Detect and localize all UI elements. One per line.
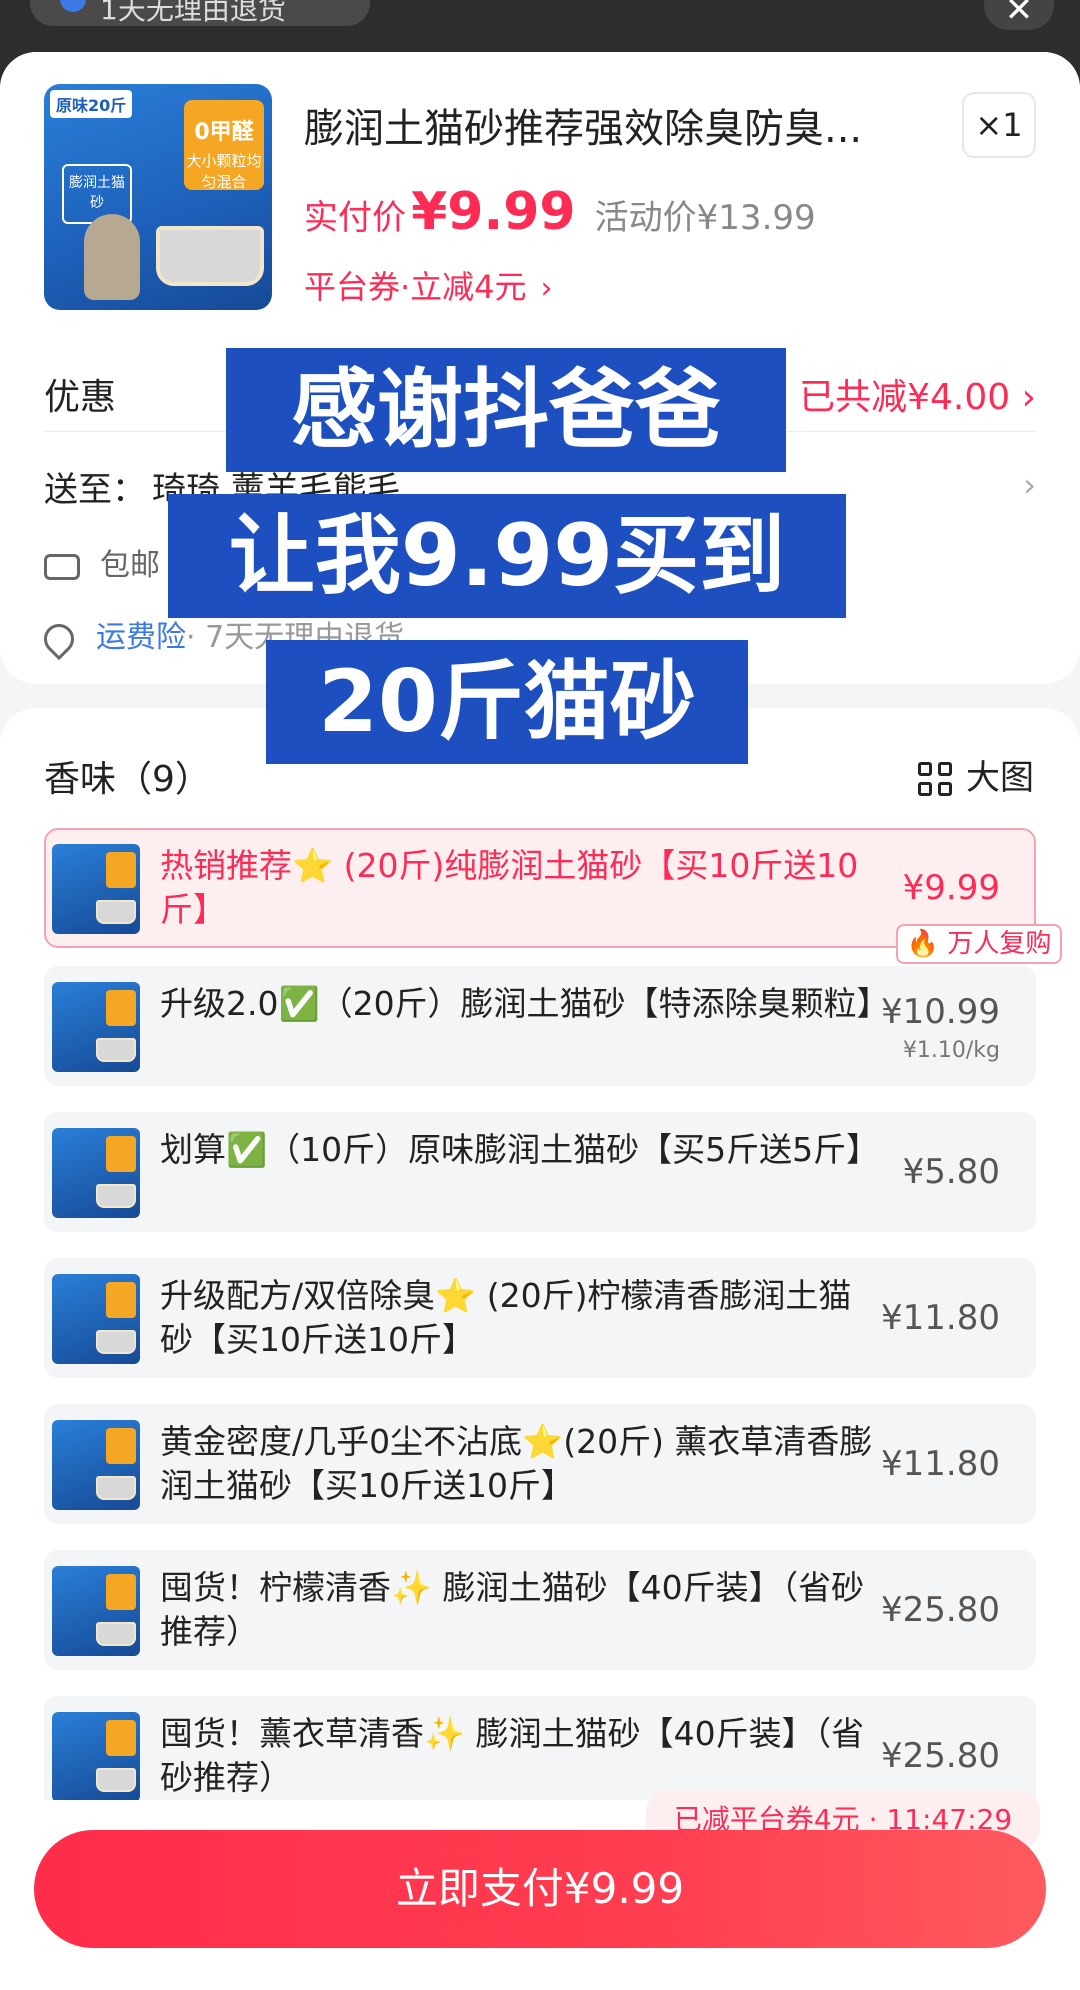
overlay-caption-line1: 感谢抖爸爸 bbox=[226, 348, 786, 472]
big-view-label: 大图 bbox=[966, 758, 1034, 798]
free-shipping-row: 包邮 bbox=[44, 540, 160, 584]
variant-option[interactable]: 囤货！柠檬清香✨ 膨润土猫砂【40斤装】（省砂推荐） ¥25.80 bbox=[44, 1550, 1036, 1670]
discount-label: 优惠 bbox=[44, 377, 117, 418]
variant-thumbnail bbox=[52, 1420, 140, 1510]
variant-option[interactable]: 热销推荐⭐ (20斤)纯膨润土猫砂【买10斤送10斤】 ¥9.99 bbox=[44, 828, 1036, 948]
overlay-caption-line2: 让我9.99买到 bbox=[168, 494, 846, 618]
variant-thumbnail bbox=[52, 1712, 140, 1802]
variant-name: 升级2.0✅（20斤）膨润土猫砂【特添除臭颗粒】 bbox=[160, 984, 890, 1023]
close-icon: ✕ bbox=[1004, 0, 1034, 30]
chevron-right-icon: › bbox=[540, 271, 553, 306]
variant-price: ¥25.80 bbox=[881, 1590, 1000, 1630]
return-policy-pill: 1天无理由退货 bbox=[30, 0, 370, 26]
big-view-toggle[interactable]: 大图 bbox=[918, 750, 1034, 799]
cat-figure bbox=[84, 214, 140, 300]
product-image-tag: 原味20斤 bbox=[50, 90, 133, 118]
product-title: 膨润土猫砂推荐强效除臭防臭... bbox=[304, 106, 863, 152]
discount-value: 已共减¥4.00 › bbox=[799, 377, 1036, 418]
variant-option[interactable]: 升级2.0✅（20斤）膨润土猫砂【特添除臭颗粒】 ¥10.99 ¥1.10/kg bbox=[44, 966, 1036, 1086]
variant-option[interactable]: 黄金密度/几乎0尘不沾底⭐(20斤) 薰衣草清香膨润土猫砂【买10斤送10斤】 … bbox=[44, 1404, 1036, 1524]
variant-price: ¥11.80 bbox=[881, 1298, 1000, 1338]
variant-option[interactable]: 升级配方/双倍除臭⭐ (20斤)柠檬清香膨润土猫砂【买10斤送10斤】 ¥11.… bbox=[44, 1258, 1036, 1378]
product-image-badge: 0甲醛 大小颗粒均匀混合 bbox=[184, 100, 264, 191]
variant-price: ¥11.80 bbox=[881, 1444, 1000, 1484]
variant-price: ¥10.99 bbox=[881, 992, 1000, 1032]
variant-name: 黄金密度/几乎0尘不沾底⭐(20斤) 薰衣草清香膨润土猫砂【买10斤送10斤】 bbox=[160, 1422, 873, 1505]
variants-header: 香味（9） bbox=[44, 759, 211, 800]
quantity-button[interactable]: ×1 bbox=[962, 92, 1036, 158]
variant-price: ¥5.80 bbox=[902, 1152, 1000, 1192]
return-policy-text: 1天无理由退货 bbox=[100, 0, 286, 26]
shield-icon bbox=[60, 0, 86, 12]
heart-shield-icon bbox=[37, 617, 81, 660]
shipping-label: 送至： bbox=[44, 470, 146, 510]
pay-now-button[interactable]: 立即支付¥9.99 bbox=[34, 1830, 1046, 1948]
variant-thumbnail bbox=[52, 1274, 140, 1364]
coupon-link[interactable]: 平台券·立减4元 › bbox=[304, 262, 553, 308]
variant-thumbnail bbox=[52, 1566, 140, 1656]
grid-icon bbox=[918, 761, 954, 798]
variant-name: 囤货！薰衣草清香✨ 膨润土猫砂【40斤装】（省砂推荐） bbox=[160, 1714, 865, 1797]
activity-price: 活动价¥13.99 bbox=[594, 198, 816, 238]
variant-name: 囤货！柠檬清香✨ 膨润土猫砂【40斤装】（省砂推荐） bbox=[160, 1568, 865, 1651]
checkout-sheet: 原味20斤 0甲醛 大小颗粒均匀混合 膨润土猫砂 膨润土猫砂推荐强效除臭防臭..… bbox=[0, 52, 1080, 1990]
badge-title: 0甲醛 bbox=[194, 120, 254, 145]
variant-thumbnail bbox=[52, 1128, 140, 1218]
variant-price: ¥9.99 bbox=[902, 868, 1000, 908]
litter-tray bbox=[156, 226, 264, 286]
product-image[interactable]: 原味20斤 0甲醛 大小颗粒均匀混合 膨润土猫砂 bbox=[44, 84, 272, 310]
chevron-right-icon: › bbox=[1023, 466, 1036, 504]
pay-value: ¥9.99 bbox=[411, 182, 576, 242]
overlay-caption-line3: 20斤猫砂 bbox=[266, 640, 748, 764]
variant-price: ¥25.80 bbox=[881, 1736, 1000, 1776]
variant-name: 升级配方/双倍除臭⭐ (20斤)柠檬清香膨润土猫砂【买10斤送10斤】 bbox=[160, 1276, 852, 1359]
price-row: 实付价 ¥9.99 活动价¥13.99 bbox=[304, 182, 816, 242]
variant-option[interactable]: 划算✅（10斤）原味膨润土猫砂【买5斤送5斤】 ¥5.80 bbox=[44, 1112, 1036, 1232]
coupon-text: 平台券·立减4元 bbox=[304, 268, 527, 306]
variant-thumbnail bbox=[52, 982, 140, 1072]
variant-name: 划算✅（10斤）原味膨润土猫砂【买5斤送5斤】 bbox=[160, 1130, 880, 1169]
badge-sub: 大小颗粒均匀混合 bbox=[186, 152, 262, 191]
variant-thumbnail bbox=[52, 844, 140, 934]
repurchase-badge: 🔥 万人复购 bbox=[896, 924, 1062, 964]
pay-label: 实付价 bbox=[304, 198, 406, 238]
insurance-link[interactable]: 运费险 bbox=[96, 620, 186, 655]
truck-icon bbox=[44, 553, 80, 580]
variant-unit-price: ¥1.10/kg bbox=[902, 1038, 1000, 1063]
free-shipping-text: 包邮 bbox=[100, 548, 160, 583]
variant-name: 热销推荐⭐ (20斤)纯膨润土猫砂【买10斤送10斤】 bbox=[160, 846, 859, 929]
